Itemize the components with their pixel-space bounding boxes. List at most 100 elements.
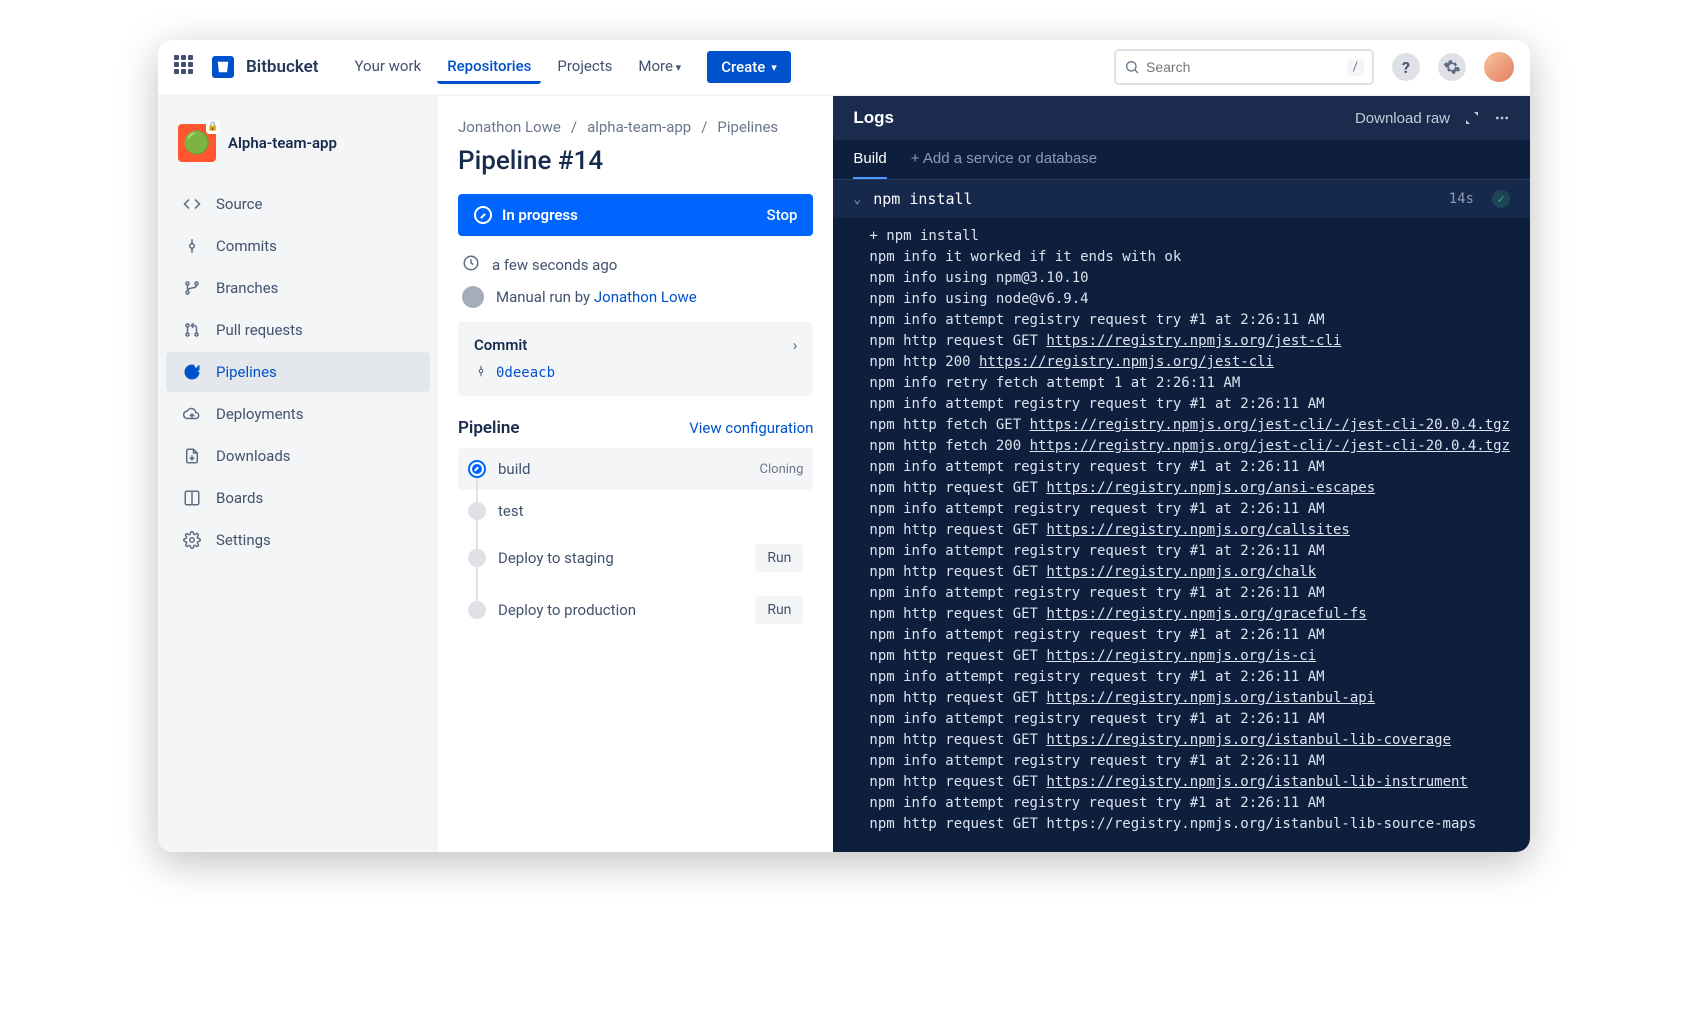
log-url[interactable]: https://registry.npmjs.org/chalk xyxy=(1046,564,1316,580)
download-raw-button[interactable]: Download raw xyxy=(1333,110,1450,127)
log-line: npm info using npm@3.10.10 xyxy=(869,268,1510,289)
log-url[interactable]: https://registry.npmjs.org/is-ci xyxy=(1046,648,1316,664)
board-icon xyxy=(182,488,202,508)
sidebar-item-settings[interactable]: Settings xyxy=(166,520,430,560)
stage-status: Cloning xyxy=(760,462,804,477)
code-icon xyxy=(182,194,202,214)
create-button[interactable]: Create xyxy=(707,51,791,83)
stage-dot-icon xyxy=(470,462,484,476)
sidebar-item-source[interactable]: Source xyxy=(166,184,430,224)
user-avatar[interactable] xyxy=(1484,52,1514,82)
status-label: In progress xyxy=(502,206,578,224)
log-step-header[interactable]: ⌄ npm install 14s ✓ xyxy=(833,180,1530,218)
log-line: npm http request GET https://registry.np… xyxy=(869,604,1510,625)
sidebar-item-deployments[interactable]: Deployments xyxy=(166,394,430,434)
search-field[interactable] xyxy=(1146,59,1341,75)
commit-hash[interactable]: 0deeacb xyxy=(474,364,797,382)
repo-header[interactable]: 🟢🔒 Alpha-team-app xyxy=(166,116,430,170)
pipeline-pane: Jonathon Lowe / alpha-team-app / Pipelin… xyxy=(438,96,833,852)
stop-button[interactable]: Stop xyxy=(767,206,798,224)
pipeline-stage[interactable]: Deploy to productionRun xyxy=(458,584,813,636)
check-icon: ✓ xyxy=(1492,190,1510,208)
search-input[interactable]: / xyxy=(1114,49,1374,85)
sidebar-item-pipelines[interactable]: Pipelines xyxy=(166,352,430,392)
chevron-right-icon[interactable]: › xyxy=(793,336,798,354)
meta-user: Manual run by Jonathon Lowe xyxy=(458,286,813,308)
breadcrumb-section[interactable]: Pipelines xyxy=(717,118,778,136)
pipeline-stage[interactable]: Deploy to staging Run xyxy=(458,532,813,584)
nav-repositories[interactable]: Repositories xyxy=(437,51,541,84)
log-url[interactable]: https://registry.npmjs.org/jest-cli/-/je… xyxy=(1030,417,1510,433)
app-switcher-icon[interactable] xyxy=(174,55,198,79)
log-line: npm http request GET https://registry.np… xyxy=(869,730,1510,751)
time-text: a few seconds ago xyxy=(492,256,617,274)
run-text: Manual run by Jonathon Lowe xyxy=(496,288,697,306)
sidebar-item-downloads[interactable]: Downloads xyxy=(166,436,430,476)
lock-icon: 🔒 xyxy=(206,120,220,134)
log-url[interactable]: https://registry.npmjs.org/graceful-fs xyxy=(1046,606,1366,622)
logs-title: Logs xyxy=(853,108,894,128)
stage-name: Deploy to staging xyxy=(498,549,614,567)
breadcrumb-repo[interactable]: alpha-team-app xyxy=(587,118,691,136)
run-user-link[interactable]: Jonathon Lowe xyxy=(594,288,697,306)
sidebar-item-boards[interactable]: Boards xyxy=(166,478,430,518)
log-line: npm http fetch 200 https://registry.npmj… xyxy=(869,436,1510,457)
expand-icon[interactable] xyxy=(1464,110,1480,126)
meta-time: a few seconds ago xyxy=(458,254,813,276)
run-button[interactable]: Run xyxy=(755,544,803,572)
pipeline-section-header: Pipeline View configuration xyxy=(458,418,813,438)
settings-icon[interactable] xyxy=(1438,53,1466,81)
sidebar-item-commits[interactable]: Commits xyxy=(166,226,430,266)
nav-your-work[interactable]: Your work xyxy=(345,51,432,84)
sidebar-label: Pipelines xyxy=(216,363,277,381)
step-name: npm install xyxy=(873,190,972,208)
logs-tabs: Build + Add a service or database xyxy=(833,140,1530,180)
nav-projects[interactable]: Projects xyxy=(547,51,622,84)
stage-name: test xyxy=(498,502,524,520)
commit-hash-value: 0deeacb xyxy=(496,365,555,381)
sidebar-item-branches[interactable]: Branches xyxy=(166,268,430,308)
help-icon[interactable]: ? xyxy=(1392,53,1420,81)
bitbucket-logo-icon[interactable] xyxy=(212,56,234,78)
breadcrumb-sep: / xyxy=(701,118,707,136)
pipeline-stage[interactable]: test xyxy=(458,490,813,532)
log-line: npm info attempt registry request try #1… xyxy=(869,709,1510,730)
log-url[interactable]: https://registry.npmjs.org/callsites xyxy=(1046,522,1349,538)
log-url[interactable]: https://registry.npmjs.org/jest-cli/-/je… xyxy=(1030,438,1510,454)
step-time: 14s xyxy=(1449,191,1474,207)
log-url[interactable]: https://registry.npmjs.org/jest-cli xyxy=(979,354,1274,370)
log-line: npm info it worked if it ends with ok xyxy=(869,247,1510,268)
sidebar-label: Downloads xyxy=(216,447,291,465)
pipeline-stage[interactable]: buildCloning xyxy=(458,448,813,490)
log-url[interactable]: https://registry.npmjs.org/istanbul-lib-… xyxy=(1046,774,1467,790)
log-body[interactable]: + npm installnpm info it worked if it en… xyxy=(833,218,1530,852)
log-url[interactable]: https://registry.npmjs.org/istanbul-lib-… xyxy=(1046,732,1451,748)
log-line: npm info attempt registry request try #1… xyxy=(869,394,1510,415)
search-shortcut: / xyxy=(1347,59,1364,76)
log-line: npm info attempt registry request try #1… xyxy=(869,625,1510,646)
log-url[interactable]: https://registry.npmjs.org/ansi-escapes xyxy=(1046,480,1375,496)
nav-more[interactable]: More xyxy=(628,51,691,84)
log-line: npm http request GET https://registry.np… xyxy=(869,772,1510,793)
tab-build[interactable]: Build xyxy=(853,140,886,179)
view-config-link[interactable]: View configuration xyxy=(689,419,813,437)
logs-header: Logs Download raw xyxy=(833,96,1530,140)
commit-header: Commit › xyxy=(474,336,797,354)
breadcrumb: Jonathon Lowe / alpha-team-app / Pipelin… xyxy=(458,118,813,136)
log-line: npm info attempt registry request try #1… xyxy=(869,541,1510,562)
log-url[interactable]: https://registry.npmjs.org/jest-cli xyxy=(1046,333,1341,349)
log-line: + npm install xyxy=(869,226,1510,247)
cloud-upload-icon xyxy=(182,404,202,424)
log-line: npm http request GET https://registry.np… xyxy=(869,478,1510,499)
run-button[interactable]: Run xyxy=(755,596,803,624)
log-line: npm http fetch GET https://registry.npmj… xyxy=(869,415,1510,436)
sidebar-item-pull-requests[interactable]: Pull requests xyxy=(166,310,430,350)
top-nav: Bitbucket Your work Repositories Project… xyxy=(158,40,1530,96)
commit-box: Commit › 0deeacb xyxy=(458,322,813,396)
more-icon[interactable] xyxy=(1494,110,1510,126)
branch-icon xyxy=(182,278,202,298)
tab-add-service[interactable]: + Add a service or database xyxy=(911,140,1097,179)
sidebar-label: Deployments xyxy=(216,405,303,423)
log-url[interactable]: https://registry.npmjs.org/istanbul-api xyxy=(1046,690,1375,706)
breadcrumb-owner[interactable]: Jonathon Lowe xyxy=(458,118,561,136)
